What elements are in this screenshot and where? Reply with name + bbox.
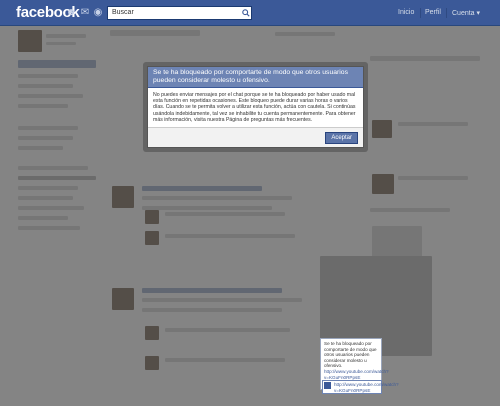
nav-divider <box>446 8 447 18</box>
accept-button[interactable]: Aceptar <box>325 132 358 144</box>
nav-divider <box>420 8 421 18</box>
chat-input-link[interactable]: http://www.youtube.com/watch?v=KGuFn0RPp… <box>322 380 399 394</box>
dialog-message: No puedes enviar mensajes por el chat po… <box>153 92 356 123</box>
chat-message-link[interactable]: http://www.youtube.com/watch?v=KGuFn0RPp… <box>324 369 389 380</box>
blocked-dialog: Se te ha bloqueado por comportarte de mo… <box>147 66 364 148</box>
notifications-icon[interactable]: ◉ <box>92 7 104 19</box>
chat-blocked-text: Se te ha bloqueado por comportarte de mo… <box>324 341 377 369</box>
nav-account[interactable]: Cuenta ▾ <box>452 9 480 17</box>
top-bar: facebook ☻ ✉ ◉ Buscar Inicio Perfil Cuen… <box>0 0 500 26</box>
friend-requests-icon[interactable]: ☻ <box>65 7 77 19</box>
messages-icon[interactable]: ✉ <box>79 7 91 19</box>
dialog-title: Se te ha bloqueado por comportarte de mo… <box>148 67 363 88</box>
search-icon <box>242 9 250 17</box>
dialog-footer: Aceptar <box>148 127 363 147</box>
nav-profile[interactable]: Perfil <box>425 9 441 16</box>
link-icon <box>324 382 331 389</box>
search-input[interactable]: Buscar <box>107 6 252 20</box>
search-button[interactable] <box>240 6 252 20</box>
nav-home[interactable]: Inicio <box>398 9 414 16</box>
